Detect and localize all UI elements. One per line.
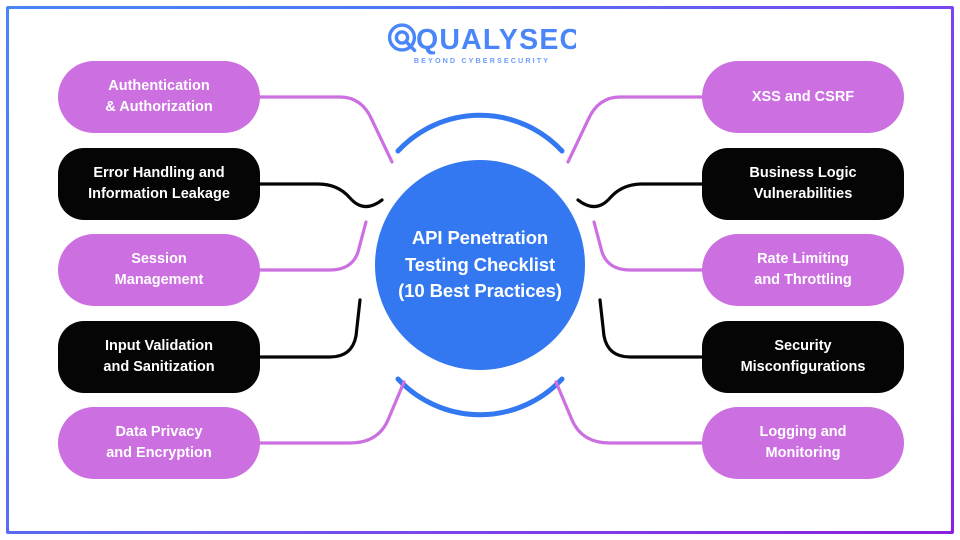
node-label: Input Validation and Sanitization — [103, 338, 215, 375]
node-logging-monitoring[interactable]: Logging and Monitoring — [702, 407, 904, 479]
node-session-management[interactable]: Session Management — [58, 234, 260, 306]
logo-wordmark: QUALYSEC — [416, 24, 576, 56]
node-label: Data Privacy and Encryption — [106, 424, 212, 461]
qualysec-logo-svg: QUALYSEC BEYOND CYBERSECURITY — [387, 23, 576, 65]
node-error-handling[interactable]: Error Handling and Information Leakage — [58, 148, 260, 220]
node-label: Logging and Monitoring — [759, 424, 847, 461]
node-input-validation[interactable]: Input Validation and Sanitization — [58, 321, 260, 393]
node-label: Business Logic Vulnerabilities — [749, 165, 857, 202]
node-business-logic-vulnerabilities[interactable]: Business Logic Vulnerabilities — [702, 148, 904, 220]
node-label: XSS and CSRF — [751, 88, 855, 105]
node-authentication-authorization[interactable]: Authentication & Authorization — [58, 61, 260, 133]
node-rate-limiting-throttling[interactable]: Rate Limiting and Throttling — [702, 234, 904, 306]
node-label: Security Misconfigurations — [740, 338, 866, 375]
node-label: Authentication & Authorization — [105, 78, 213, 115]
node-label: Rate Limiting and Throttling — [754, 251, 852, 288]
node-label: Error Handling and Information Leakage — [88, 165, 230, 202]
node-label: Session Management — [114, 251, 204, 288]
infographic-canvas: QUALYSEC BEYOND CYBERSECURITY API Penetr… — [0, 0, 960, 540]
center-hub: API Penetration Testing Checklist (10 Be… — [375, 160, 585, 370]
logo-tagline: BEYOND CYBERSECURITY — [414, 56, 550, 65]
hub-title: API Penetration Testing Checklist (10 Be… — [398, 227, 562, 302]
node-xss-csrf[interactable]: XSS and CSRF — [702, 61, 904, 133]
node-data-privacy-encryption[interactable]: Data Privacy and Encryption — [58, 407, 260, 479]
node-security-misconfigurations[interactable]: Security Misconfigurations — [702, 321, 904, 393]
qualysec-logo: QUALYSEC BEYOND CYBERSECURITY — [386, 22, 576, 68]
